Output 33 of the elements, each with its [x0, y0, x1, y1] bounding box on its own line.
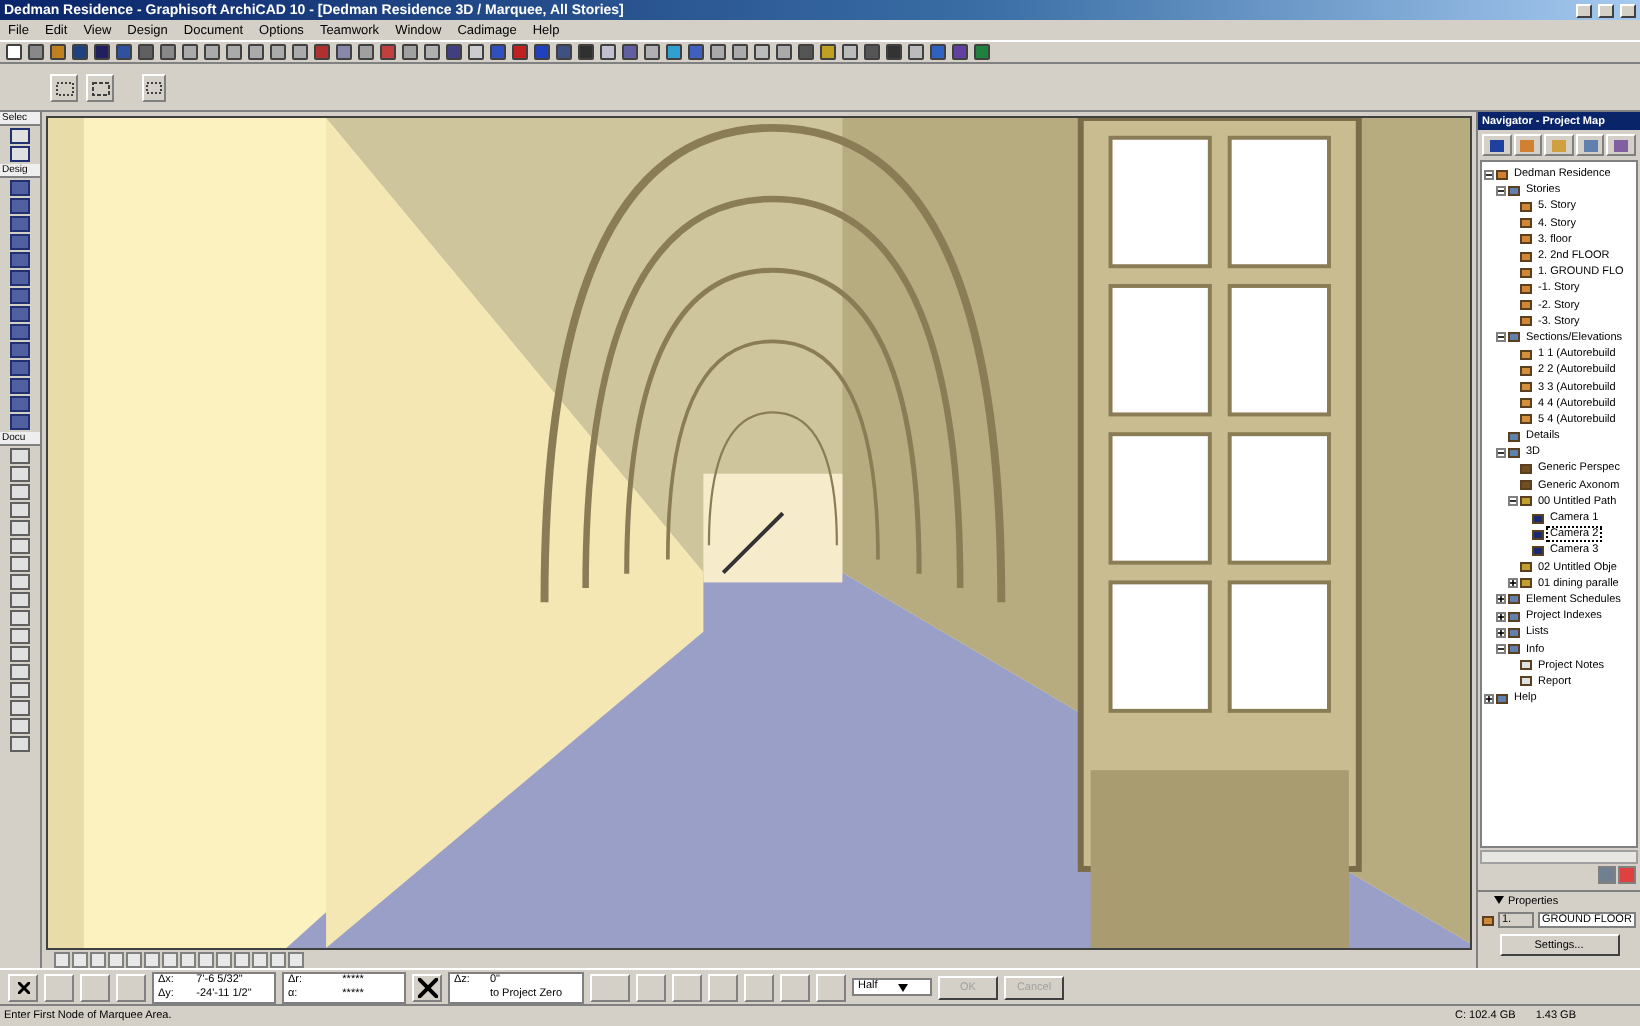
path-icon — [1520, 496, 1532, 507]
expand-icon[interactable] — [1496, 611, 1506, 622]
triangle-icon[interactable] — [1494, 896, 1504, 904]
horizontal-scrollbar[interactable] — [1480, 850, 1638, 864]
collapse-icon[interactable] — [1496, 447, 1506, 458]
collapse-icon[interactable] — [1496, 185, 1506, 196]
project-icon — [1496, 169, 1508, 180]
expand-icon[interactable] — [1496, 627, 1506, 638]
expand-icon[interactable] — [1496, 594, 1506, 605]
expand-icon[interactable] — [1484, 693, 1494, 704]
marquee-tool-icon[interactable] — [86, 74, 114, 102]
marquee-tool-icon[interactable] — [142, 74, 166, 102]
marquee-tool-icon[interactable] — [50, 74, 78, 102]
story-icon — [1482, 915, 1494, 925]
collapse-icon[interactable] — [1508, 496, 1518, 507]
close-icon[interactable] — [8, 973, 38, 1001]
navigator-tab-icon[interactable] — [1544, 134, 1574, 156]
group-icon — [1508, 332, 1520, 343]
expand-icon[interactable] — [1508, 578, 1518, 589]
collapse-icon[interactable] — [1496, 644, 1506, 655]
collapse-icon[interactable] — [1496, 332, 1506, 343]
group-icon — [1508, 185, 1520, 196]
group-icon — [1496, 693, 1508, 704]
navigator-tab-icon[interactable] — [1575, 134, 1605, 156]
navigator-tab-icon[interactable] — [1482, 134, 1512, 156]
navigator-tab-icon[interactable] — [1606, 134, 1636, 156]
cross-icon[interactable] — [412, 973, 442, 1001]
caret-icon — [898, 983, 909, 991]
minimize-button[interactable] — [1576, 3, 1592, 17]
maximize-button[interactable] — [1598, 3, 1614, 17]
navigator-tab-icon[interactable] — [1513, 134, 1543, 156]
close-button[interactable] — [1620, 3, 1636, 17]
collapse-icon[interactable] — [1484, 169, 1494, 180]
